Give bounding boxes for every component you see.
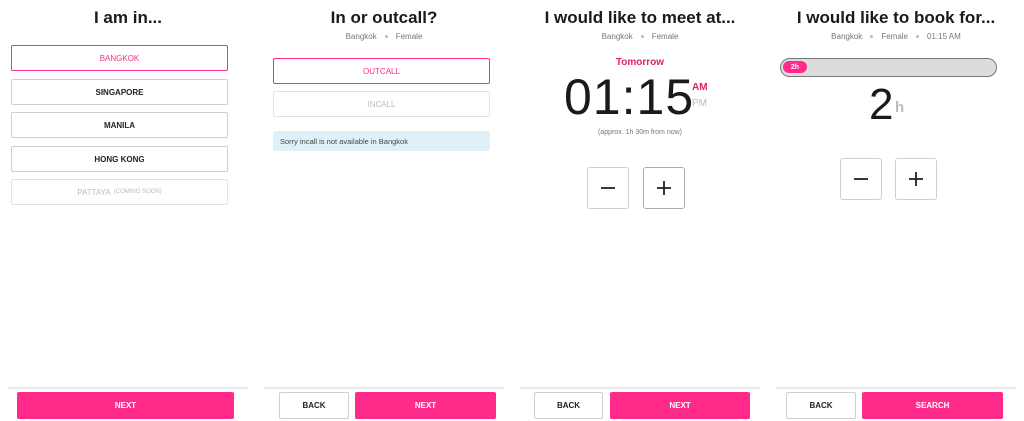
option-label: BANGKOK xyxy=(99,53,140,63)
crumb-separator xyxy=(870,35,874,39)
breadcrumb: Bangkok Female xyxy=(512,32,768,41)
time-increment-button[interactable] xyxy=(643,167,685,209)
duration-unit: h xyxy=(895,99,905,116)
crumb-city: Bangkok xyxy=(601,32,633,41)
coming-soon-note: (COMING SOON) xyxy=(113,189,162,195)
duration-decrement-button[interactable] xyxy=(840,158,882,200)
crumb-city: Bangkok xyxy=(831,32,863,41)
time-display: 01:15 xyxy=(564,69,695,125)
back-button[interactable]: BACK xyxy=(786,392,856,419)
footer-divider xyxy=(776,387,1016,389)
next-button[interactable]: NEXT xyxy=(355,392,496,419)
crumb-city: Bangkok xyxy=(345,32,377,41)
pm-toggle[interactable]: PM xyxy=(692,98,707,109)
minus-icon xyxy=(854,178,868,180)
crumb-gender: Female xyxy=(395,32,423,41)
option-label: INCALL xyxy=(367,99,396,109)
crumb-separator xyxy=(384,35,388,39)
city-option-singapore[interactable]: SINGAPORE xyxy=(11,79,228,105)
page-title: I am in... xyxy=(93,8,163,27)
duration-slider[interactable]: 2h xyxy=(780,58,997,77)
crumb-time: 01:15 AM xyxy=(927,32,961,41)
crumb-gender: Female xyxy=(881,32,908,41)
option-label: MANILA xyxy=(103,120,136,130)
time-step-panel: I would like to meet at... Bangkok Female… xyxy=(512,0,768,421)
duration-increment-button[interactable] xyxy=(895,158,937,200)
city-option-bangkok[interactable]: BANGKOK xyxy=(11,45,228,71)
service-option-outcall[interactable]: OUTCALL xyxy=(273,58,490,84)
footer-divider xyxy=(520,387,760,389)
breadcrumb: Bangkok Female xyxy=(256,32,512,41)
option-label: OUTCALL xyxy=(363,66,400,76)
approx-time-note: (approx. 1h 30m from now) xyxy=(597,129,683,136)
duration-hours: 2 xyxy=(869,80,894,129)
city-option-hong-kong[interactable]: HONG KONG xyxy=(11,146,228,172)
next-button[interactable]: NEXT xyxy=(17,392,234,419)
duration-slider-fill[interactable]: 2h xyxy=(783,61,807,73)
footer-divider xyxy=(264,387,504,389)
plus-icon xyxy=(909,172,923,186)
next-button[interactable]: NEXT xyxy=(610,392,750,419)
time-decrement-button[interactable] xyxy=(587,167,629,209)
crumb-gender: Female xyxy=(651,32,679,41)
plus-icon xyxy=(657,181,671,195)
duration-step-panel: I would like to book for... Bangkok Femal… xyxy=(768,0,1024,421)
back-button[interactable]: BACK xyxy=(279,392,349,419)
minus-icon xyxy=(601,187,615,189)
crumb-separator xyxy=(640,35,644,39)
footer-divider xyxy=(8,387,248,389)
search-button[interactable]: SEARCH xyxy=(862,392,1003,419)
incall-unavailable-notice: Sorry incall is not available in Bangkok xyxy=(273,131,490,151)
option-label: HONG KONG xyxy=(94,154,145,164)
back-button[interactable]: BACK xyxy=(534,392,603,419)
page-title: I would like to book for... xyxy=(796,8,996,27)
option-label: PATTAYA xyxy=(77,187,111,197)
am-toggle[interactable]: AM xyxy=(692,82,708,93)
breadcrumb: Bangkok Female 01:15 AM xyxy=(768,32,1024,41)
service-option-incall: INCALL xyxy=(273,91,490,117)
service-step-panel: In or outcall? Bangkok Female OUTCALL INC… xyxy=(256,0,512,421)
option-label: SINGAPORE xyxy=(95,87,144,97)
day-label: Tomorrow xyxy=(615,57,665,68)
crumb-separator xyxy=(916,35,919,39)
city-option-manila[interactable]: MANILA xyxy=(11,112,228,138)
city-option-pattaya: PATTAYA (COMING SOON) xyxy=(11,179,228,205)
city-step-panel: I am in... BANGKOK SINGAPORE MANILA HONG… xyxy=(0,0,256,421)
page-title: In or outcall? xyxy=(330,8,438,27)
page-title: I would like to meet at... xyxy=(544,8,736,27)
